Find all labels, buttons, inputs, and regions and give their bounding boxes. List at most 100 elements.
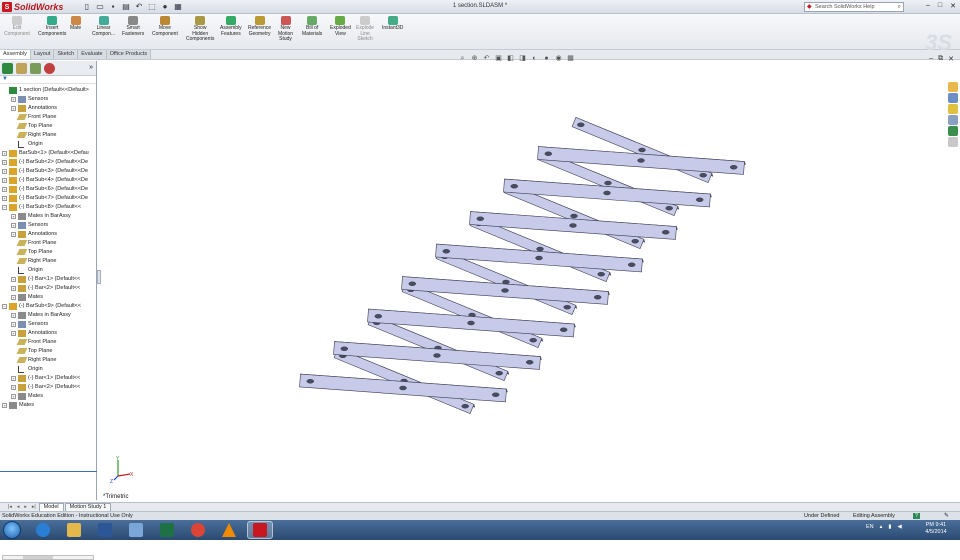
- minimize-button[interactable]: –: [926, 2, 930, 10]
- help-search-input[interactable]: ◆ Search SolidWorks Help ⌕: [804, 2, 904, 12]
- scrollbar-thumb[interactable]: [23, 556, 53, 559]
- tree-node[interactable]: + Mates: [0, 293, 97, 302]
- expand-icon[interactable]: +: [2, 403, 7, 408]
- tree-node[interactable]: + Annotations: [0, 329, 97, 338]
- tree-node[interactable]: + Mates in BarAssy: [0, 311, 97, 320]
- tree-node[interactable]: Origin: [0, 266, 97, 275]
- tree-node[interactable]: Right Plane: [0, 356, 97, 365]
- instant3d-button[interactable]: Instant3D: [382, 16, 403, 32]
- tree-node[interactable]: + (-) Bar<1> (Default<<: [0, 374, 97, 383]
- close-button[interactable]: ✕: [950, 2, 956, 10]
- tree-node[interactable]: + (-) Bar<2> (Default<<: [0, 284, 97, 293]
- collapse-icon[interactable]: −: [2, 205, 7, 210]
- expand-icon[interactable]: +: [2, 187, 7, 192]
- prev-tab-icon[interactable]: ◂: [15, 504, 22, 510]
- view-palette-icon[interactable]: [948, 115, 958, 125]
- taskbar-word-button[interactable]: [92, 521, 118, 539]
- language-indicator[interactable]: EN: [866, 524, 874, 530]
- bill-of-materials-button[interactable]: Bill of Materials: [302, 16, 322, 37]
- expand-icon[interactable]: +: [2, 178, 7, 183]
- mate-button[interactable]: Mate: [70, 16, 81, 32]
- tree-horizontal-scrollbar[interactable]: [2, 555, 94, 560]
- tree-node[interactable]: 1 section (Default<<Default>: [0, 86, 97, 95]
- expand-icon[interactable]: +: [11, 385, 16, 390]
- insert-components-button[interactable]: Insert Components: [38, 16, 66, 37]
- edit-component-button[interactable]: Edit Component: [4, 16, 30, 37]
- assembly-features-button[interactable]: Assembly Features: [220, 16, 242, 37]
- tree-node[interactable]: + Mates in BarAssy: [0, 212, 97, 221]
- tree-node[interactable]: − (-) BarSub<9> (Default<<: [0, 302, 97, 311]
- expand-icon[interactable]: +: [11, 394, 16, 399]
- taskbar-paint-button[interactable]: [123, 521, 149, 539]
- configuration-manager-icon[interactable]: [30, 63, 41, 74]
- tree-node[interactable]: + (-) Bar<2> (Default<<: [0, 383, 97, 392]
- viewport-close-icon[interactable]: ✕: [948, 55, 954, 63]
- expand-icon[interactable]: +: [11, 106, 16, 111]
- tree-node[interactable]: + Annotations: [0, 104, 97, 113]
- file-explorer-icon[interactable]: [948, 104, 958, 114]
- expand-icon[interactable]: +: [11, 322, 16, 327]
- last-tab-icon[interactable]: ▸|: [30, 504, 38, 510]
- expand-icon[interactable]: +: [11, 331, 16, 336]
- expand-icon[interactable]: +: [2, 160, 7, 165]
- taskbar-excel-button[interactable]: [154, 521, 180, 539]
- expand-icon[interactable]: +: [11, 376, 16, 381]
- filter-icon[interactable]: ▼: [2, 76, 8, 82]
- tree-node[interactable]: + BarSub<1> (Default<<Defau: [0, 149, 97, 158]
- search-icon[interactable]: ⌕: [898, 3, 901, 11]
- graphics-area[interactable]: [100, 62, 944, 502]
- taskbar-vlc-button[interactable]: [216, 521, 242, 539]
- exploded-view-button[interactable]: Exploded View: [330, 16, 351, 37]
- expand-icon[interactable]: +: [11, 286, 16, 291]
- expand-icon[interactable]: +: [11, 214, 16, 219]
- taskbar-file-explorer-button[interactable]: [61, 521, 87, 539]
- show-hidden-components-button[interactable]: Show Hidden Components: [186, 16, 214, 43]
- tab-sketch[interactable]: Sketch: [54, 50, 79, 59]
- pin-icon[interactable]: ✎: [944, 512, 949, 520]
- expand-icon[interactable]: +: [2, 196, 7, 201]
- smart-fasteners-button[interactable]: Smart Fasteners: [122, 16, 144, 37]
- tab-office-products[interactable]: Office Products: [106, 50, 152, 59]
- tree-node[interactable]: + (-) BarSub<7> (Default<<De: [0, 194, 97, 203]
- expand-icon[interactable]: +: [11, 313, 16, 318]
- explode-line-sketch-button[interactable]: Explode Line Sketch: [356, 16, 374, 43]
- tree-node[interactable]: + (-) BarSub<4> (Default<<De: [0, 176, 97, 185]
- expand-icon[interactable]: +: [11, 277, 16, 282]
- tree-node[interactable]: + Sensors: [0, 320, 97, 329]
- resources-icon[interactable]: [948, 82, 958, 92]
- tree-node[interactable]: Front Plane: [0, 338, 97, 347]
- tray-arrow-icon[interactable]: ▴: [880, 524, 883, 530]
- tree-node[interactable]: Right Plane: [0, 131, 97, 140]
- tree-node[interactable]: Origin: [0, 140, 97, 149]
- volume-icon[interactable]: ◀: [897, 524, 901, 530]
- tree-node[interactable]: + Sensors: [0, 221, 97, 230]
- next-tab-icon[interactable]: ▸: [22, 504, 29, 510]
- taskbar-clock[interactable]: PM 9:41 4/5/2014: [918, 522, 954, 536]
- help-icon[interactable]: ?: [913, 513, 920, 519]
- tree-node[interactable]: Front Plane: [0, 239, 97, 248]
- tab-evaluate[interactable]: Evaluate: [78, 50, 107, 59]
- tree-node[interactable]: − (-) BarSub<8> (Default<<: [0, 203, 97, 212]
- tab-assembly[interactable]: Assembly: [0, 50, 31, 59]
- expand-icon[interactable]: +: [11, 97, 16, 102]
- property-manager-icon[interactable]: [16, 63, 27, 74]
- tree-node[interactable]: Right Plane: [0, 257, 97, 266]
- expand-icon[interactable]: +: [2, 151, 7, 156]
- tree-node[interactable]: Origin: [0, 365, 97, 374]
- expand-icon[interactable]: +: [11, 295, 16, 300]
- taskbar-solidworks-button[interactable]: [247, 521, 273, 539]
- tree-node[interactable]: + Annotations: [0, 230, 97, 239]
- tree-node[interactable]: + Sensors: [0, 95, 97, 104]
- move-component-button[interactable]: Move Component: [152, 16, 178, 37]
- linear-component-button[interactable]: Linear Compon...: [92, 16, 115, 37]
- taskbar-chrome-button[interactable]: [185, 521, 211, 539]
- reference-geometry-button[interactable]: Reference Geometry: [248, 16, 271, 37]
- tree-node[interactable]: + (-) BarSub<6> (Default<<De: [0, 185, 97, 194]
- tree-node[interactable]: Front Plane: [0, 113, 97, 122]
- tree-node[interactable]: Top Plane: [0, 122, 97, 131]
- chevron-right-icon[interactable]: »: [89, 64, 93, 71]
- display-manager-icon[interactable]: [44, 63, 55, 74]
- custom-properties-icon[interactable]: [948, 137, 958, 147]
- start-button[interactable]: [3, 521, 21, 539]
- expand-icon[interactable]: +: [2, 169, 7, 174]
